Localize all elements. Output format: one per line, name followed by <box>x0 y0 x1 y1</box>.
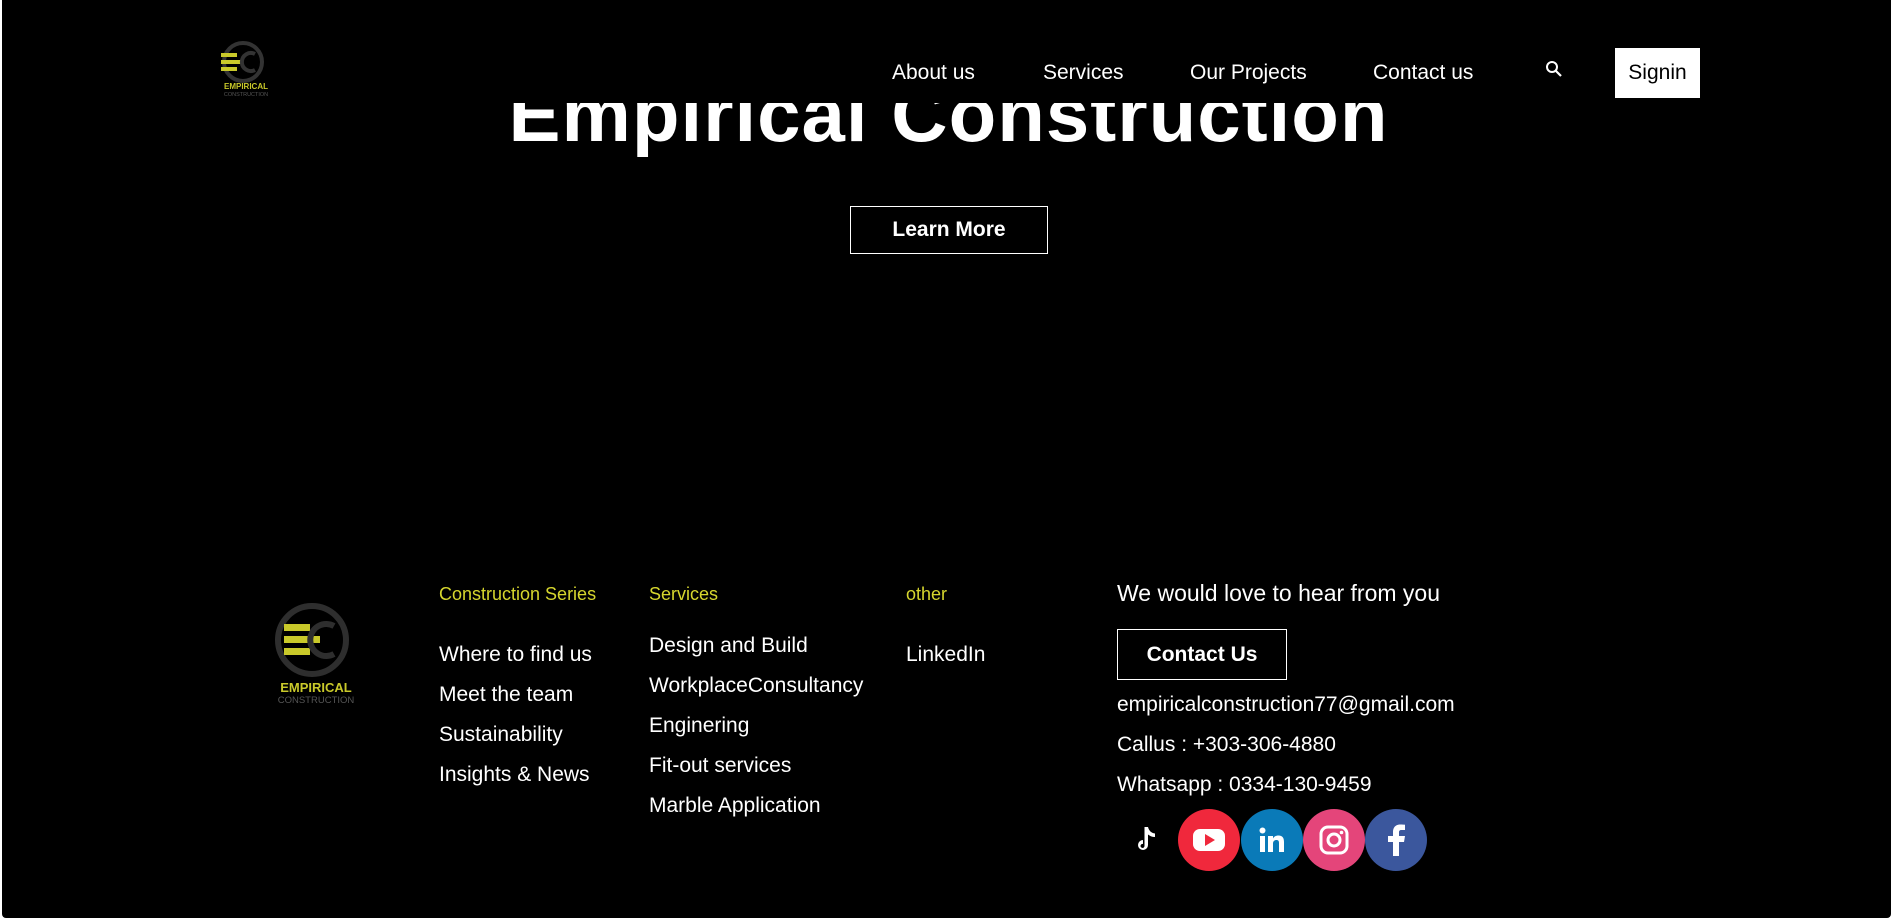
nav-services[interactable]: Services <box>1043 61 1124 85</box>
contact-phone: Callus : +303-306-4880 <box>1117 733 1336 756</box>
footer-link-fit-out-services[interactable]: Fit-out services <box>649 754 791 778</box>
signin-button[interactable]: Signin <box>1615 48 1700 98</box>
footer-link-insights-news[interactable]: Insights & News <box>439 763 590 787</box>
hero-title: Empirical Construction <box>2 103 1891 168</box>
footer-heading-services: Services <box>649 584 719 604</box>
footer-link-meet-the-team[interactable]: Meet the team <box>439 683 573 707</box>
nav-contact-us[interactable]: Contact us <box>1373 61 1473 85</box>
footer-heading-other: other <box>906 584 948 604</box>
svg-text:CONSTRUCTION: CONSTRUCTION <box>224 92 268 98</box>
svg-text:EMPIRICAL: EMPIRICAL <box>224 82 268 91</box>
learn-more-button[interactable]: Learn More <box>850 206 1048 254</box>
contact-heading: We would love to hear from you <box>1117 580 1441 606</box>
footer-heading-construction-series: Construction Series <box>439 584 597 604</box>
footer-link-where-to-find-us[interactable]: Where to find us <box>439 643 592 667</box>
nav-our-projects[interactable]: Our Projects <box>1190 61 1307 85</box>
company-logo[interactable]: EMPIRICAL CONSTRUCTION <box>207 40 285 98</box>
footer-link-workplace-consultancy[interactable]: WorkplaceConsultancy <box>649 674 863 698</box>
footer-link-linkedin[interactable]: LinkedIn <box>906 643 985 667</box>
linkedin-icon[interactable] <box>1241 809 1303 871</box>
footer-link-marble-application[interactable]: Marble Application <box>649 794 821 818</box>
hero-title-text: Empirical Construction <box>508 103 1389 158</box>
instagram-icon[interactable] <box>1303 809 1365 871</box>
tiktok-icon[interactable] <box>1116 809 1178 871</box>
footer-logo-text-top: EMPIRICAL <box>280 680 352 695</box>
facebook-icon[interactable] <box>1365 809 1427 871</box>
footer-link-enginering[interactable]: Enginering <box>649 714 749 738</box>
footer-link-design-and-build[interactable]: Design and Build <box>649 634 808 658</box>
nav-about-us[interactable]: About us <box>892 61 975 85</box>
contact-whatsapp: Whatsapp : 0334-130-9459 <box>1117 773 1372 796</box>
footer-logo-text-bottom: CONSTRUCTION <box>278 695 355 706</box>
search-icon[interactable] <box>1545 60 1563 78</box>
page: EMPIRICAL CONSTRUCTION About us Services… <box>2 0 1891 918</box>
footer-logo[interactable]: EMPIRICAL CONSTRUCTION <box>270 600 362 706</box>
youtube-icon[interactable] <box>1178 809 1240 871</box>
footer-link-sustainability[interactable]: Sustainability <box>439 723 563 747</box>
contact-us-button[interactable]: Contact Us <box>1117 629 1287 680</box>
contact-email[interactable]: empiricalconstruction77@gmail.com <box>1117 693 1455 717</box>
